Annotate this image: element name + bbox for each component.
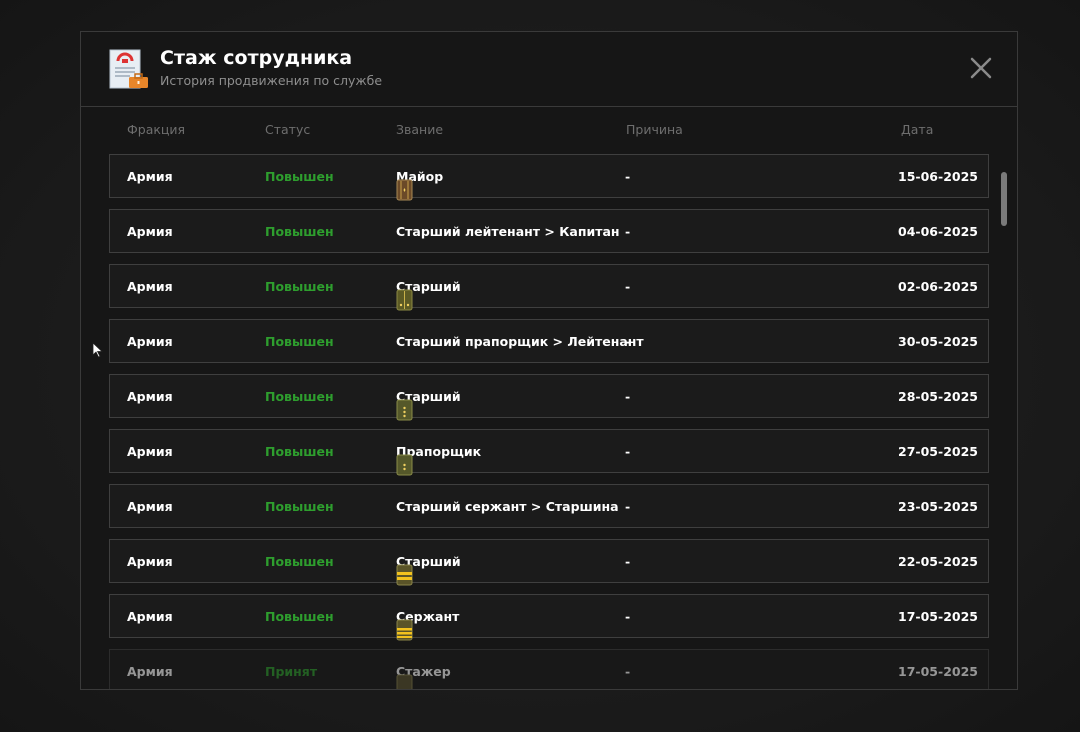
row-status: Повышен [265,609,334,624]
scrollbar-thumb[interactable] [1001,172,1007,226]
row-date: 28-05-2025 [898,389,978,404]
row-reason: - [625,444,631,459]
row-faction: Армия [127,609,173,624]
row-date: 22-05-2025 [898,554,978,569]
row-reason: - [625,224,631,239]
shoulder-board-warrant-icon [396,454,413,476]
table-row[interactable]: Армия Повышен Старший сержант > Старшина - 2… [109,484,989,528]
row-rank: Старший лейтенант > Капитан [396,220,620,242]
row-status: Повышен [265,444,334,459]
row-reason: - [625,279,631,294]
row-faction: Армия [127,499,173,514]
table-row[interactable]: Армия Повышен Старший лейтенант > Капитан -… [109,209,989,253]
table-row[interactable]: Армия Повышен Старший прапорщик > Лейтенан… [109,319,989,363]
row-faction: Армия [127,444,173,459]
row-rank-label: Старший сержант > Старшина [396,498,619,514]
row-rank-label: Старший лейтенант > Капитан [396,223,620,239]
table-row[interactable]: Армия Повышен Майор - 15-06-2025 [109,154,989,201]
mouse-cursor-icon [92,342,104,358]
row-status: Повышен [265,389,334,404]
dialog-header: Стаж сотрудника История продвижения по с… [81,32,1017,107]
table-row[interactable]: Армия Повышен Старший - 28-05-2025 [109,374,989,421]
table-header: Фракция Статус Звание Причина Дата [81,120,1017,140]
shoulder-board-trainee-icon [396,674,413,689]
column-header-reason: Причина [626,122,683,137]
row-status: Повышен [265,499,334,514]
row-faction: Армия [127,224,173,239]
row-status: Повышен [265,334,334,349]
row-reason: - [625,389,631,404]
row-rank: Старший сержант > Старшина [396,495,619,517]
row-faction: Армия [127,334,173,349]
shoulder-board-officer-icon [396,289,413,311]
row-reason: - [625,169,631,184]
seniority-dialog: Стаж сотрудника История продвижения по с… [80,31,1018,690]
document-briefcase-icon [109,49,148,89]
row-date: 17-05-2025 [898,664,978,679]
row-date: 17-05-2025 [898,609,978,624]
table-row[interactable]: Армия Повышен Прапорщик - 27-05-2025 [109,429,989,476]
row-faction: Армия [127,389,173,404]
row-rank: Прапорщик [396,440,481,476]
history-list[interactable]: Армия Повышен Майор - 15-06-2025 Армия Повышен… [109,154,989,689]
dialog-subtitle: История продвижения по службе [160,73,383,88]
column-header-status: Статус [265,122,311,137]
column-header-date: Дата [901,122,934,137]
row-rank-label: Старший прапорщик > Лейтенант [396,333,644,349]
shoulder-board-major-icon [396,179,413,201]
row-faction: Армия [127,169,173,184]
row-rank: Старший [396,275,461,311]
shoulder-board-sergeant-senior-icon [396,564,413,586]
row-status: Повышен [265,554,334,569]
table-row[interactable]: Армия Повышен Старший - 22-05-2025 [109,539,989,586]
row-rank: Старший прапорщик > Лейтенант [396,330,644,352]
row-reason: - [625,334,631,349]
row-status: Повышен [265,224,334,239]
row-reason: - [625,664,631,679]
shoulder-board-warrant-senior-icon [396,399,413,421]
row-faction: Армия [127,664,173,679]
row-rank: Стажер [396,660,451,689]
row-reason: - [625,554,631,569]
column-header-rank: Звание [396,122,444,137]
row-rank: Старший [396,385,461,421]
row-date: 15-06-2025 [898,169,978,184]
row-date: 30-05-2025 [898,334,978,349]
row-status: Повышен [265,169,334,184]
row-status: Принят [265,664,318,679]
shoulder-board-sergeant-icon [396,619,413,641]
row-rank: Майор [396,165,443,201]
row-date: 02-06-2025 [898,279,978,294]
row-reason: - [625,609,631,624]
table-row[interactable]: Армия Повышен Старший - 02-06-2025 [109,264,989,311]
dialog-title: Стаж сотрудника [160,47,353,69]
row-rank: Сержант [396,605,459,641]
column-header-faction: Фракция [127,122,186,137]
row-rank: Старший [396,550,461,586]
row-date: 04-06-2025 [898,224,978,239]
row-reason: - [625,499,631,514]
row-date: 23-05-2025 [898,499,978,514]
close-icon[interactable] [967,54,995,82]
table-row[interactable]: Армия Повышен Сержант - 17-05-2025 [109,594,989,641]
row-status: Повышен [265,279,334,294]
row-date: 27-05-2025 [898,444,978,459]
table-row[interactable]: Армия Принят Стажер - 17-05-2025 [109,649,989,689]
row-faction: Армия [127,554,173,569]
row-faction: Армия [127,279,173,294]
